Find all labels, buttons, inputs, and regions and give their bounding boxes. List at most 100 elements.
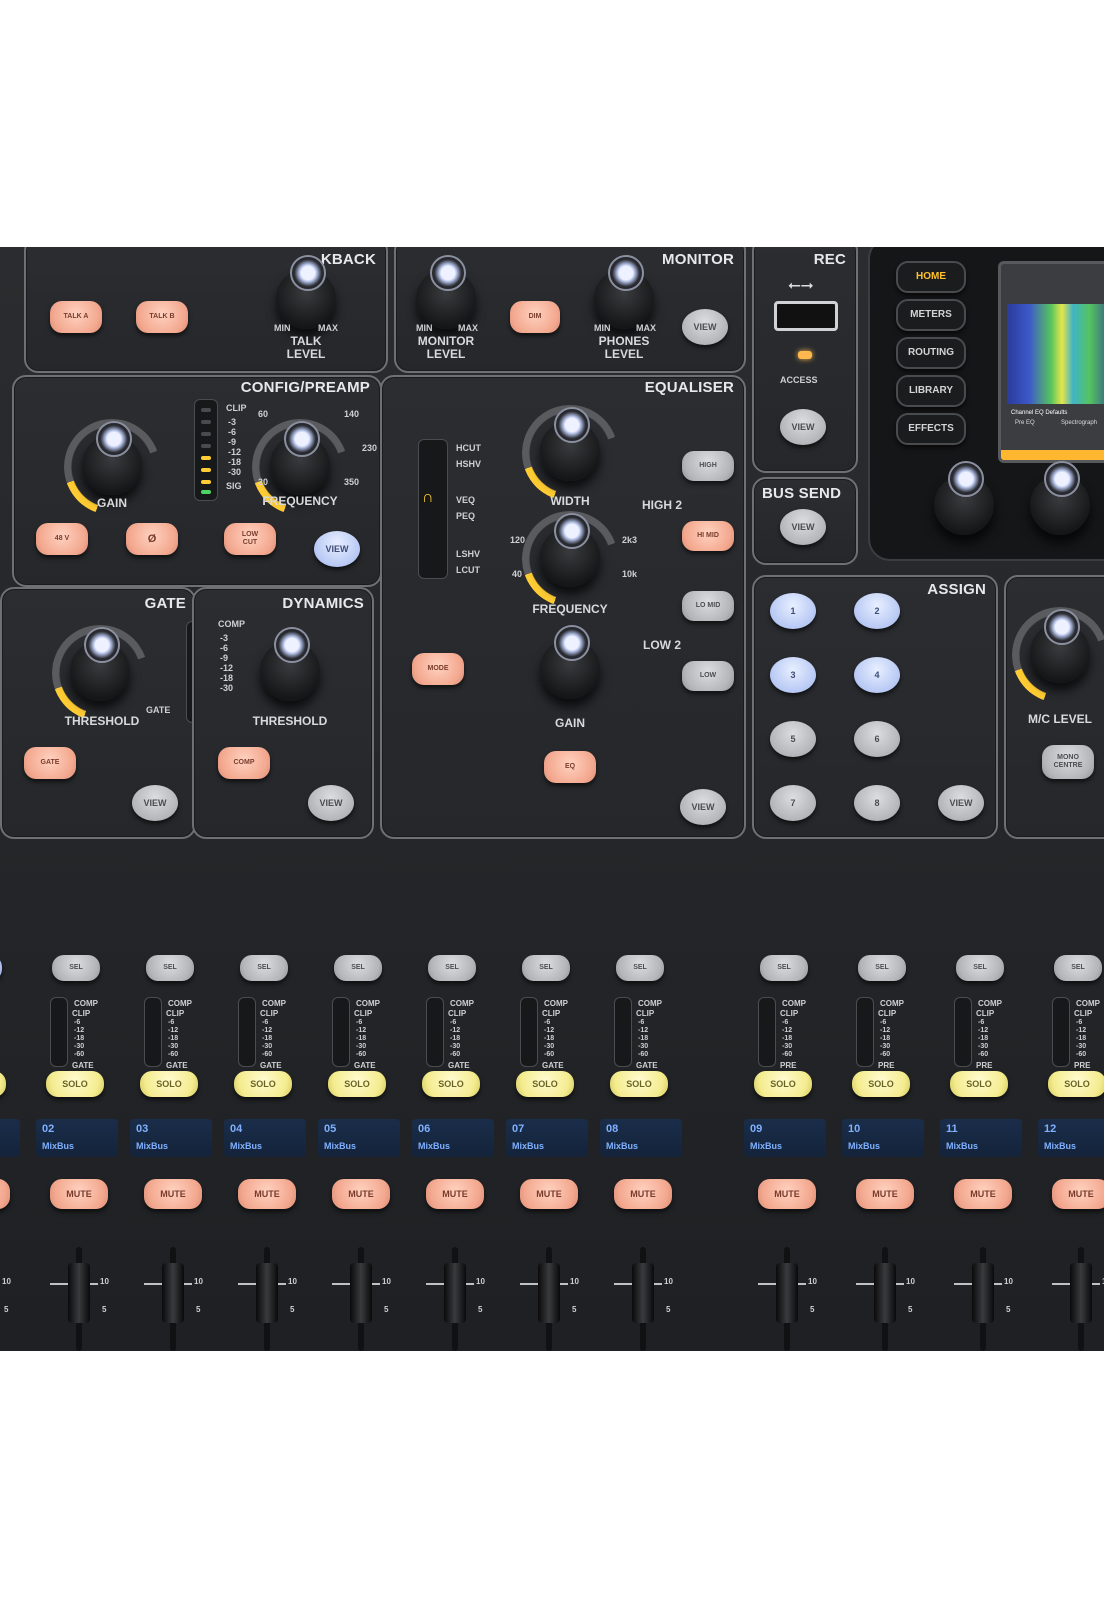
solo-button[interactable]: SOLO	[328, 1071, 386, 1097]
screen-library-button[interactable]: LIBRARY	[896, 375, 966, 407]
assign-4-button[interactable]: 4	[854, 657, 900, 693]
fader-cap[interactable]	[350, 1263, 372, 1323]
eq-on-button[interactable]: EQ	[544, 751, 596, 783]
width-knob[interactable]	[540, 407, 600, 481]
gate-threshold-knob[interactable]	[70, 627, 130, 701]
phones-level-knob[interactable]	[594, 255, 654, 329]
mute-button[interactable]: MUTE	[1052, 1179, 1104, 1209]
monitor-view-button[interactable]: VIEW	[682, 309, 728, 345]
solo-button[interactable]: SOLO	[1048, 1071, 1104, 1097]
mute-button[interactable]: MUTE	[520, 1179, 578, 1209]
assign-view-button[interactable]: VIEW	[938, 785, 984, 821]
solo-button[interactable]: SOLO	[46, 1071, 104, 1097]
talk-level-knob[interactable]	[276, 255, 336, 329]
channel-lcd: 02 MixBus	[36, 1119, 118, 1157]
solo-button[interactable]: SOLO	[852, 1071, 910, 1097]
fader-cap[interactable]	[1070, 1263, 1092, 1323]
sel-button[interactable]: SEL	[52, 955, 100, 981]
talk-b-button[interactable]: TALK B	[136, 301, 188, 333]
rec-view-button[interactable]: VIEW	[780, 409, 826, 445]
mute-button[interactable]: MUTE	[332, 1179, 390, 1209]
assign-6-button[interactable]: 6	[854, 721, 900, 757]
fader-cap[interactable]	[776, 1263, 798, 1323]
low-cut-button[interactable]: LOW CUT	[224, 523, 276, 555]
touchscreen[interactable]: Channel EQ Defaults Pre EQ Spectrograph	[998, 261, 1104, 463]
eq-view-button[interactable]: VIEW	[680, 789, 726, 825]
screen-knob-1[interactable]	[934, 461, 994, 535]
fader-cap[interactable]	[162, 1263, 184, 1323]
eq-gain-knob[interactable]	[540, 625, 600, 699]
screen-meters-button[interactable]: METERS	[896, 299, 966, 331]
solo-button[interactable]: SOLO	[516, 1071, 574, 1097]
sel-button[interactable]: SEL	[0, 955, 2, 981]
mono-centre-button[interactable]: MONO CENTRE	[1042, 745, 1094, 779]
mute-button[interactable]: MUTE	[144, 1179, 202, 1209]
solo-button[interactable]: SOLO	[0, 1071, 6, 1097]
sel-button[interactable]: SEL	[858, 955, 906, 981]
mute-button[interactable]: MUTE	[50, 1179, 108, 1209]
frequency-knob[interactable]	[270, 421, 330, 495]
fader-cap[interactable]	[538, 1263, 560, 1323]
assign-5-button[interactable]: 5	[770, 721, 816, 757]
assign-8-button[interactable]: 8	[854, 785, 900, 821]
screen-knob-2[interactable]	[1030, 461, 1090, 535]
solo-button[interactable]: SOLO	[234, 1071, 292, 1097]
eq-frequency-knob[interactable]	[540, 513, 600, 587]
eq-hi-mid-button[interactable]: HI MID	[682, 521, 734, 551]
eq-mode-button[interactable]: MODE	[412, 653, 464, 685]
eq-lo-mid-button[interactable]: LO MID	[682, 591, 734, 621]
sel-button[interactable]: SEL	[1054, 955, 1102, 981]
assign-1-button[interactable]: 1	[770, 593, 816, 629]
fader-cap[interactable]	[444, 1263, 466, 1323]
solo-button[interactable]: SOLO	[422, 1071, 480, 1097]
usb-port[interactable]	[774, 301, 838, 331]
dyn-threshold-knob[interactable]	[260, 627, 320, 701]
assign-2-button[interactable]: 2	[854, 593, 900, 629]
sel-button[interactable]: SEL	[616, 955, 664, 981]
sel-button[interactable]: SEL	[334, 955, 382, 981]
mute-button[interactable]: MUTE	[426, 1179, 484, 1209]
solo-button[interactable]: SOLO	[610, 1071, 668, 1097]
screen-effects-button[interactable]: EFFECTS	[896, 413, 966, 445]
eq-high-button[interactable]: HIGH	[682, 451, 734, 481]
sel-button[interactable]: SEL	[760, 955, 808, 981]
mute-button[interactable]: MUTE	[0, 1179, 10, 1209]
sel-button[interactable]: SEL	[146, 955, 194, 981]
mute-button[interactable]: MUTE	[614, 1179, 672, 1209]
config-view-button[interactable]: VIEW	[314, 531, 360, 567]
dim-button[interactable]: DIM	[510, 301, 560, 333]
sel-button[interactable]: SEL	[240, 955, 288, 981]
dynamics-view-button[interactable]: VIEW	[308, 785, 354, 821]
screen-home-button[interactable]: HOME	[896, 261, 966, 293]
48v-button[interactable]: 48 V	[36, 523, 88, 555]
assign-7-button[interactable]: 7	[770, 785, 816, 821]
fader-cap[interactable]	[256, 1263, 278, 1323]
mc-level-knob[interactable]	[1030, 609, 1090, 683]
gate-button[interactable]: GATE	[24, 747, 76, 779]
solo-button[interactable]: SOLO	[950, 1071, 1008, 1097]
dyn-tick: -9	[220, 653, 229, 663]
assign-3-button[interactable]: 3	[770, 657, 816, 693]
monitor-level-knob[interactable]	[416, 255, 476, 329]
fader-cap[interactable]	[632, 1263, 654, 1323]
fader-cap[interactable]	[874, 1263, 896, 1323]
mute-button[interactable]: MUTE	[238, 1179, 296, 1209]
sel-button[interactable]: SEL	[956, 955, 1004, 981]
mute-button[interactable]: MUTE	[856, 1179, 914, 1209]
fader-cap[interactable]	[68, 1263, 90, 1323]
talk-a-button[interactable]: TALK A	[50, 301, 102, 333]
sel-button[interactable]: SEL	[428, 955, 476, 981]
screen-routing-button[interactable]: ROUTING	[896, 337, 966, 369]
sel-button[interactable]: SEL	[522, 955, 570, 981]
comp-button[interactable]: COMP	[218, 747, 270, 779]
eq-low-button[interactable]: LOW	[682, 661, 734, 691]
phase-button[interactable]: Ø	[126, 523, 178, 555]
bus-send-view-button[interactable]: VIEW	[780, 509, 826, 545]
fader-cap[interactable]	[972, 1263, 994, 1323]
solo-button[interactable]: SOLO	[140, 1071, 198, 1097]
gate-view-button[interactable]: VIEW	[132, 785, 178, 821]
mute-button[interactable]: MUTE	[758, 1179, 816, 1209]
solo-button[interactable]: SOLO	[754, 1071, 812, 1097]
mute-button[interactable]: MUTE	[954, 1179, 1012, 1209]
gain-knob[interactable]	[82, 421, 142, 495]
